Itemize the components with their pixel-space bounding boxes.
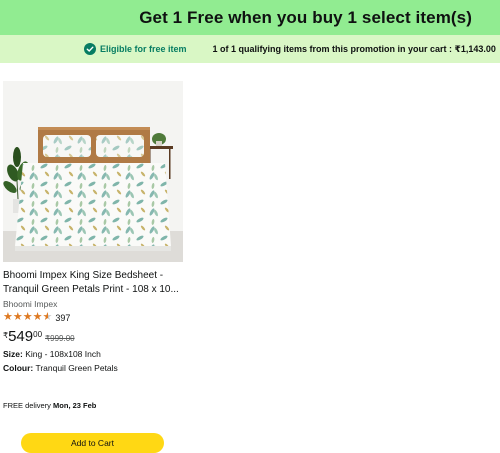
product-brand: Bhoomi Impex (3, 299, 58, 309)
promo-status-bar: Eligible for free item 1 of 1 qualifying… (0, 35, 500, 63)
star-icon: ★ (22, 311, 33, 323)
delivery-info: FREE delivery Mon, 23 Feb (3, 401, 96, 410)
product-card: Bhoomi Impex King Size Bedsheet - Tranqu… (3, 81, 183, 373)
spec-colour-value: Tranquil Green Petals (35, 363, 118, 373)
star-rating: ★ ★ ★ ★ ★ (3, 312, 52, 323)
qualifying-items-text: 1 of 1 qualifying items from this promot… (212, 43, 496, 54)
star-icon: ★ (32, 311, 43, 323)
product-image[interactable] (3, 81, 183, 262)
star-icon: ★ (3, 311, 13, 323)
star-icon: ★ (12, 311, 23, 323)
rating-count: 397 (55, 312, 71, 323)
eligible-label: Eligible for free item (100, 44, 187, 54)
spec-size-label: Size: (3, 349, 23, 359)
spec-colour: Colour: Tranquil Green Petals (3, 363, 183, 373)
list-price: ₹999.00 (45, 334, 75, 343)
price-fraction: 00 (33, 330, 43, 339)
add-to-cart-button[interactable]: Add to Cart (21, 433, 164, 453)
half-star-icon: ★ (42, 311, 53, 323)
spec-colour-label: Colour: (3, 363, 34, 373)
spec-size-value: King - 108x108 Inch (25, 349, 101, 359)
product-title[interactable]: Bhoomi Impex King Size Bedsheet - Tranqu… (3, 269, 183, 297)
price-whole: 549 (8, 328, 34, 345)
check-circle-icon (84, 43, 96, 55)
promo-title: Get 1 Free when you buy 1 select item(s) (139, 7, 472, 27)
delivery-date: Mon, 23 Feb (53, 401, 97, 410)
price: ₹ 549 00 ₹999.00 (3, 329, 183, 345)
spec-size: Size: King - 108x108 Inch (3, 349, 183, 359)
rating-row[interactable]: ★ ★ ★ ★ ★ 397 (3, 312, 183, 323)
delivery-prefix: FREE delivery (3, 401, 51, 410)
promo-banner: Get 1 Free when you buy 1 select item(s) (0, 0, 500, 35)
